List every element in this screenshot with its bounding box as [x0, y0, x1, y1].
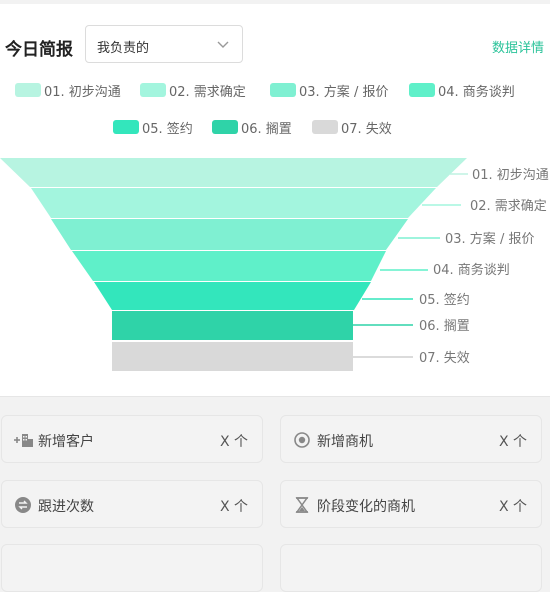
legend-item-negotiation[interactable]: 04. 商务谈判: [409, 81, 515, 100]
legend-label: 01. 初步沟通: [44, 84, 121, 100]
follow-up-icon: [15, 497, 31, 513]
card-label: 阶段变化的商机: [317, 499, 415, 515]
owner-filter-select[interactable]: 我负责的: [85, 25, 243, 63]
legend-swatch: [140, 83, 166, 97]
legend-label: 07. 失效: [341, 121, 392, 137]
legend-swatch: [270, 83, 296, 97]
legend-swatch: [212, 120, 238, 134]
funnel-segment-negotiation[interactable]: [72, 251, 386, 281]
legend-label: 06. 搁置: [241, 121, 292, 137]
card-follow-up-count[interactable]: 跟进次数 X 个: [1, 480, 263, 528]
funnel-label: 04. 商务谈判: [433, 262, 510, 278]
legend-item-on-hold[interactable]: 06. 搁置: [212, 118, 292, 137]
legend-label: 04. 商务谈判: [438, 84, 515, 100]
chevron-down-icon: [217, 41, 229, 48]
funnel-segment-requirement-confirmed[interactable]: [31, 188, 436, 218]
legend-item-proposal-quote[interactable]: 03. 方案 / 报价: [270, 81, 389, 100]
data-details-link[interactable]: 数据详情: [492, 37, 544, 56]
card-count: X 个: [498, 499, 527, 515]
funnel-label: 06. 搁置: [419, 319, 470, 334]
owner-filter-value: 我负责的: [97, 41, 150, 56]
card-count: X 个: [498, 434, 527, 450]
hourglass-icon: [295, 497, 309, 513]
legend-label: 03. 方案 / 报价: [299, 84, 389, 100]
funnel-label: 03. 方案 / 报价: [445, 231, 534, 247]
funnel-label: 05. 签约: [419, 292, 470, 308]
legend-item-invalid[interactable]: 07. 失效: [312, 118, 392, 137]
funnel-segment-signed[interactable]: [94, 282, 371, 310]
card-label: 新增客户: [38, 434, 94, 450]
legend-label: 05. 签约: [142, 121, 193, 137]
card-new-opportunities[interactable]: 新增商机 X 个: [280, 415, 542, 463]
legend-item-signed[interactable]: 05. 签约: [113, 118, 193, 137]
card-count: X 个: [219, 434, 248, 450]
funnel-label: 02. 需求确定: [470, 199, 547, 214]
funnel-label: 01. 初步沟通: [472, 168, 549, 183]
target-icon: [294, 432, 310, 448]
card-partial[interactable]: [1, 544, 263, 592]
legend-label: 02. 需求确定: [169, 84, 246, 100]
card-label: 新增商机: [317, 434, 373, 450]
page-title: 今日简报: [5, 40, 73, 60]
funnel-segment-initial-contact[interactable]: [0, 158, 467, 187]
brief-panel: 今日简报 我负责的 数据详情 01. 初步沟通 02. 需求确定 03. 方案 …: [0, 4, 550, 396]
card-new-customers[interactable]: 新增客户 X 个: [1, 415, 263, 463]
funnel-segment-invalid[interactable]: [112, 342, 353, 371]
card-stage-changed-opportunities[interactable]: 阶段变化的商机 X 个: [280, 480, 542, 528]
card-partial[interactable]: [280, 544, 542, 592]
legend-swatch: [15, 83, 41, 97]
legend-item-initial-contact[interactable]: 01. 初步沟通: [15, 81, 121, 100]
legend-swatch: [409, 83, 435, 97]
legend-swatch: [312, 120, 338, 134]
funnel-segment-proposal-quote[interactable]: [51, 219, 408, 250]
legend-item-requirement-confirmed[interactable]: 02. 需求确定: [140, 81, 246, 100]
card-label: 跟进次数: [38, 499, 94, 515]
card-count: X 个: [219, 499, 248, 515]
section-divider: [0, 396, 550, 397]
funnel-segment-on-hold[interactable]: [112, 311, 353, 340]
add-customer-icon: [14, 434, 33, 447]
legend-swatch: [113, 120, 139, 134]
funnel-label: 07. 失效: [419, 351, 470, 366]
sales-funnel-chart: 01. 初步沟通 02. 需求确定 03. 方案 / 报价 04. 商务谈判 0…: [0, 158, 549, 371]
